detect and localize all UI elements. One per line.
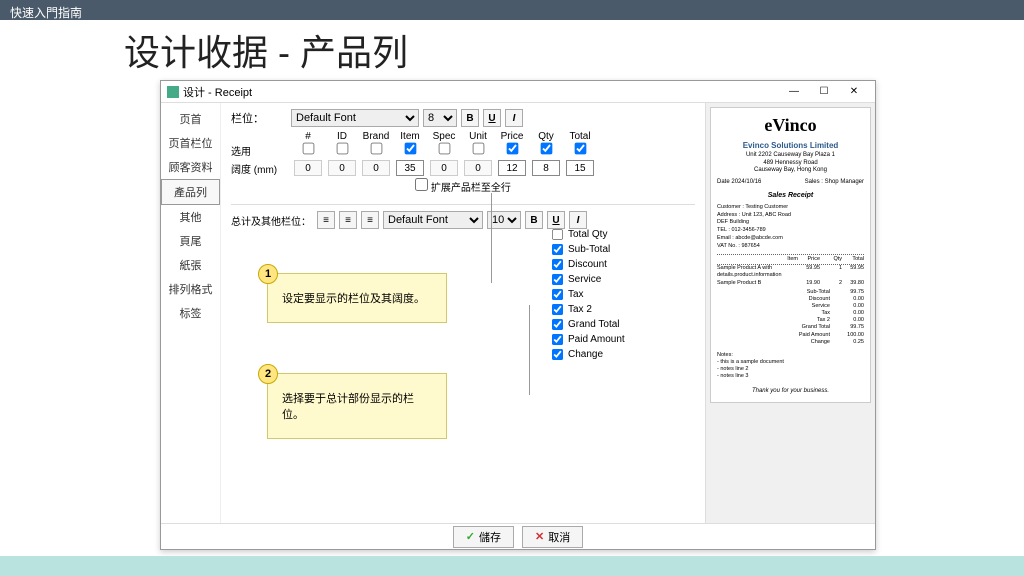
total-chk-Sub-Total[interactable] [552,244,563,255]
total-chk-Tax[interactable] [552,289,563,300]
width-Item[interactable] [396,160,424,176]
footer-buttons: ✓儲存 ✕取消 [161,523,875,549]
col-head-Qty: Qty [529,131,563,142]
receipt-company: Evinco Solutions Limited [717,141,864,151]
totals-label: 总计及其他栏位： [231,213,313,228]
width-Qty[interactable] [532,160,560,176]
total-chk-Discount[interactable] [552,259,563,270]
guide-header: 快速入門指南 [0,0,1024,20]
window-title: 设计 - Receipt [183,84,252,100]
col-head-#: # [291,131,325,142]
width-row: 阔度 (mm) [231,160,695,176]
callout-2-num: 2 [258,364,278,384]
width-Price[interactable] [498,160,526,176]
align-center-button[interactable]: ≡ [339,211,357,229]
bottom-stripe [0,556,1024,576]
total-chk-Total Qty[interactable] [552,229,563,240]
use-Spec[interactable] [438,143,450,155]
leader-line-1 [491,193,492,283]
total-chk-Tax 2[interactable] [552,304,563,315]
callout-2: 2 选择要于总计部份显示的栏位。 [267,373,447,439]
totals-size-select[interactable]: 10 [487,211,521,229]
total-chk-Service[interactable] [552,274,563,285]
totals-italic-button[interactable]: I [569,211,587,229]
use-#[interactable] [302,143,314,155]
width-#[interactable] [294,160,322,176]
col-head-ID: ID [325,131,359,142]
use-Qty[interactable] [540,143,552,155]
leader-line-2 [529,305,530,395]
sidebar-item-6[interactable]: 紙張 [161,253,220,277]
sidebar-item-1[interactable]: 页首栏位 [161,131,220,155]
sidebar-item-4[interactable]: 其他 [161,205,220,229]
col-head-Item: Item [393,131,427,142]
col-head-Total: Total [563,131,597,142]
width-ID[interactable] [328,160,356,176]
column-font-select[interactable]: Default Font [291,109,419,127]
use-row: 选用 [231,142,695,158]
sidebar-item-7[interactable]: 排列格式 [161,277,220,301]
expand-checkbox[interactable] [415,178,428,191]
use-Total[interactable] [574,143,586,155]
preview-panel: eVinco Evinco Solutions Limited Unit 220… [705,103,875,523]
sidebar-item-3[interactable]: 產品列 [161,179,220,205]
totals-bold-button[interactable]: B [525,211,543,229]
titlebar: 设计 - Receipt — ☐ ✕ [161,81,875,103]
col-head-Unit: Unit [461,131,495,142]
callout-1: 1 设定要显示的栏位及其阔度。 [267,273,447,323]
use-Item[interactable] [404,143,416,155]
page-title: 设计收据 - 产品列 [0,20,1024,84]
align-left-button[interactable]: ≡ [317,211,335,229]
use-Unit[interactable] [472,143,484,155]
receipt-title: Sales Receipt [717,191,864,200]
column-size-select[interactable]: 8 [423,109,457,127]
totals-checklist: Total QtySub-TotalDiscountServiceTaxTax … [551,227,695,362]
maximize-button[interactable]: ☐ [809,83,839,101]
sidebar-item-8[interactable]: 标签 [161,301,220,325]
totals-font-select[interactable]: Default Font [383,211,483,229]
use-Price[interactable] [506,143,518,155]
total-chk-Grand Total[interactable] [552,319,563,330]
align-right-button[interactable]: ≡ [361,211,379,229]
width-Total[interactable] [566,160,594,176]
sidebar-item-5[interactable]: 頁尾 [161,229,220,253]
column-headers: #IDBrandItemSpecUnitPriceQtyTotal [291,131,695,142]
total-chk-Change[interactable] [552,349,563,360]
minimize-button[interactable]: — [779,83,809,101]
save-button[interactable]: ✓儲存 [453,526,514,548]
sidebar: 页首页首栏位顾客资料產品列其他頁尾紙張排列格式标签 [161,103,221,523]
app-icon [167,86,179,98]
italic-button[interactable]: I [505,109,523,127]
main-panel: 栏位： Default Font 8 B U I #IDBrandItemSpe… [221,103,705,523]
width-Unit[interactable] [464,160,492,176]
col-head-Brand: Brand [359,131,393,142]
use-ID[interactable] [336,143,348,155]
underline-button[interactable]: U [483,109,501,127]
design-window: 设计 - Receipt — ☐ ✕ 页首页首栏位顾客资料產品列其他頁尾紙張排列… [160,80,876,550]
cancel-button[interactable]: ✕取消 [522,526,583,548]
callout-1-num: 1 [258,264,278,284]
width-Spec[interactable] [430,160,458,176]
sidebar-item-2[interactable]: 顾客资料 [161,155,220,179]
width-Brand[interactable] [362,160,390,176]
expand-label: 扩展产品栏至全行 [431,183,511,194]
col-head-Spec: Spec [427,131,461,142]
column-label: 栏位： [231,110,287,126]
totals-underline-button[interactable]: U [547,211,565,229]
col-head-Price: Price [495,131,529,142]
close-button[interactable]: ✕ [839,83,869,101]
bold-button[interactable]: B [461,109,479,127]
receipt-preview: eVinco Evinco Solutions Limited Unit 220… [710,107,871,403]
use-Brand[interactable] [370,143,382,155]
sidebar-item-0[interactable]: 页首 [161,107,220,131]
receipt-logo: eVinco [717,114,864,137]
total-chk-Paid Amount[interactable] [552,334,563,345]
